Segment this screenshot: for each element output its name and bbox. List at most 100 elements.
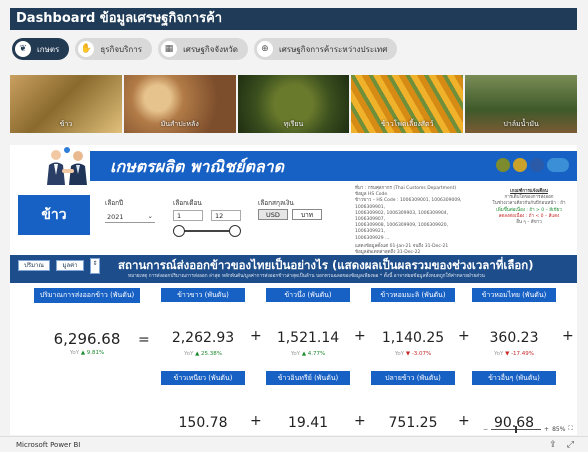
card-value: 2,262.93 xyxy=(171,330,235,346)
month-to-input[interactable]: 12 xyxy=(211,210,241,221)
arrow-up-icon: ▲ xyxy=(195,351,200,357)
photo-label: มันสำปะหลัง xyxy=(160,120,199,128)
photo-label: ทุเรียน xyxy=(283,120,304,128)
card-value: 19.41 xyxy=(287,415,329,431)
card-caption: ปริมาณการส่งออกข้าว (พันตัน) xyxy=(34,288,140,303)
tab-services[interactable]: ✋ ธุรกิจบริการ xyxy=(75,38,153,60)
currency-usd-button[interactable]: USD xyxy=(258,209,288,220)
stepper-icon[interactable]: ⇕ xyxy=(90,258,100,274)
photo-cassava[interactable]: มันสำปะหลัง xyxy=(123,75,236,133)
yoy-label: YoY xyxy=(290,351,301,357)
card-yoy: YoY ▲ 25.38% xyxy=(161,351,245,357)
card-value: 360.23 xyxy=(489,330,539,346)
parboiled-rice-card[interactable]: ข้าวนึ่ง (พันตัน) 1,521.14 YoY ▲ 4.77% xyxy=(266,288,350,368)
card-caption: ข้าวขาว (พันตัน) xyxy=(161,288,245,302)
handshake-icon: ✋ xyxy=(78,41,95,57)
total-export-card[interactable]: ปริมาณการส่งออกข้าว (พันตัน) 6,296.68 Yo… xyxy=(34,288,140,368)
yoy-label: YoY xyxy=(183,351,194,357)
yoy-value: -17.49% xyxy=(511,351,535,357)
yoy-label: YoY xyxy=(69,350,80,356)
slider-handle-end[interactable] xyxy=(229,225,241,237)
plus-operator: + xyxy=(458,413,470,429)
product-photo-strip: ข้าว มันสำปะหลัง ทุเรียน ข้าวโพดเลี้ยงสั… xyxy=(10,75,577,133)
agency-logos xyxy=(496,158,569,172)
card-yoy: YoY ▼ -17.49% xyxy=(472,351,556,357)
glutinous-rice-card[interactable]: ข้าวเหนียว (พันตัน) 150.78 xyxy=(161,371,245,435)
arrow-up-icon: ▲ xyxy=(80,350,86,356)
value-toggle-button[interactable]: มูลค่า xyxy=(56,260,84,271)
legend-line: อื่น ๆ – สีขาว xyxy=(516,220,542,226)
currency-label: เลือกสกุลเงิน xyxy=(258,199,294,207)
yoy-label: YoY xyxy=(394,351,405,357)
month-range-slider[interactable] xyxy=(173,225,241,237)
legend-line: เพิ่มขึ้นต่อเนื่อง : ถ้า > 0 – สีเขียว xyxy=(496,207,562,213)
section-subtitle: หมายเหตุ การส่งออกปริมาณการส่งออก ล่าสุด… xyxy=(128,274,485,279)
plus-operator: + xyxy=(458,328,470,344)
card-yoy: YoY ▲ 4.77% xyxy=(266,351,350,357)
month-label: เลือกเดือน xyxy=(173,199,202,207)
broken-rice-card[interactable]: ปลายข้าว (พันตัน) 751.25 xyxy=(371,371,455,435)
photo-palm-oil[interactable]: ปาล์มน้ำมัน xyxy=(465,75,577,133)
arrow-down-icon: ▼ xyxy=(505,351,510,357)
card-value: 1,521.14 xyxy=(276,330,340,346)
report-banner: เกษตรผลิต พาณิชย์ตลาด xyxy=(10,145,577,187)
tpso-logo-icon xyxy=(547,158,569,172)
zoom-out-icon[interactable]: − xyxy=(483,426,488,433)
year-dropdown[interactable]: 2021 ⌄ xyxy=(105,212,155,223)
year-label: เลือกปี xyxy=(105,199,124,207)
card-caption: ข้าวหอมมะลิ (พันตัน) xyxy=(371,288,455,302)
data-source-note: ที่มา : กรมศุลกากร (Thai Customs Departm… xyxy=(355,186,475,256)
section-header: ปริมาณ มูลค่า ⇕ สถานการณ์ส่งออกข้าวของไท… xyxy=(10,255,577,283)
tab-agriculture[interactable]: ❦ เกษตร xyxy=(12,38,70,60)
banner-title: เกษตรผลิต พาณิชย์ตลาด xyxy=(110,157,285,176)
photo-corn[interactable]: ข้าวโพดเลี้ยงสัตว์ xyxy=(351,75,464,133)
photo-durian[interactable]: ทุเรียน xyxy=(237,75,350,133)
legend-line: ในช่วงเวลาเดียวกันกับปีก่อนหน้า : ถ้า xyxy=(492,201,566,207)
expand-icon[interactable]: ⤢ xyxy=(567,437,574,452)
zoom-control: − + 85% ⛶ xyxy=(483,425,573,433)
zoom-slider[interactable] xyxy=(491,425,542,433)
zoom-slider-handle[interactable] xyxy=(515,425,518,433)
tab-bar: ❦ เกษตร ✋ ธุรกิจบริการ ▦ เศรษฐกิจจังหวัด… xyxy=(12,38,398,60)
fit-page-icon[interactable]: ⛶ xyxy=(568,425,572,433)
slider-track xyxy=(178,230,236,232)
jasmine-rice-card[interactable]: ข้าวหอมมะลิ (พันตัน) 1,140.25 YoY ▼ -3.0… xyxy=(371,288,455,368)
yoy-value: 4.77% xyxy=(307,351,326,357)
globe-icon: ⊕ xyxy=(256,41,273,57)
organic-rice-card[interactable]: ข้าวอินทรีย์ (พันตัน) 19.41 xyxy=(266,371,350,435)
source-line: ข้าวขาว – HS Code : 1006309001, 10063090… xyxy=(355,198,462,210)
zoom-in-icon[interactable]: + xyxy=(544,426,549,433)
power-bi-report-window: { "header": {"title": "Dashboard ข้อมูลเ… xyxy=(0,0,588,452)
month-from-input[interactable]: 1 xyxy=(173,210,203,221)
tab-provincial[interactable]: ▦ เศรษฐกิจจังหวัด xyxy=(158,38,248,60)
card-caption: ข้าวอื่นๆ (พันตัน) xyxy=(472,371,556,385)
currency-thb-button[interactable]: บาท xyxy=(292,209,322,220)
photo-rice[interactable]: ข้าว xyxy=(10,75,122,133)
yoy-value: 9.81% xyxy=(86,350,105,356)
white-rice-card[interactable]: ข้าวขาว (พันตัน) 2,262.93 YoY ▲ 25.38% xyxy=(161,288,245,368)
business-people-icon xyxy=(47,147,87,185)
filter-area: ข้าว เลือกปี 2021 ⌄ เลือกเดือน 1 12 เลือ… xyxy=(10,185,577,257)
card-value: 6,296.68 xyxy=(53,330,121,348)
app-name: Microsoft Power BI xyxy=(16,441,81,449)
tab-international-trade[interactable]: ⊕ เศรษฐกิจการค้าระหว่างประเทศ xyxy=(253,38,398,60)
tab-label: เศรษฐกิจการค้าระหว่างประเทศ xyxy=(278,44,388,54)
thai-fragrant-rice-card[interactable]: ข้าวหอมไทย (พันตัน) 360.23 YoY ▼ -17.49% xyxy=(472,288,556,368)
equals-operator: = xyxy=(138,332,150,348)
plus-operator: + xyxy=(250,413,262,429)
quantity-toggle-button[interactable]: ปริมาณ xyxy=(18,260,50,271)
department-logo-icon xyxy=(530,158,544,172)
share-icon[interactable]: ⇪ xyxy=(549,437,557,452)
plus-operator: + xyxy=(354,413,366,429)
card-caption: ข้าวเหนียว (พันตัน) xyxy=(161,371,245,385)
card-caption: ปลายข้าว (พันตัน) xyxy=(371,371,455,385)
slider-handle-start[interactable] xyxy=(173,225,185,237)
card-yoy: YoY ▲ 9.81% xyxy=(34,350,140,356)
plus-operator: + xyxy=(562,328,574,344)
tab-label: ธุรกิจบริการ xyxy=(100,44,143,54)
yoy-value: -3.07% xyxy=(411,351,432,357)
status-bar: Microsoft Power BI ⇪ ⤢ xyxy=(0,436,588,452)
arrow-up-icon: ▲ xyxy=(301,351,307,357)
rice-report-panel: เกษตรผลิต พาณิชย์ตลาด ข้าว เลือกปี 2021 … xyxy=(10,145,577,435)
photo-label: ข้าว xyxy=(59,120,73,128)
